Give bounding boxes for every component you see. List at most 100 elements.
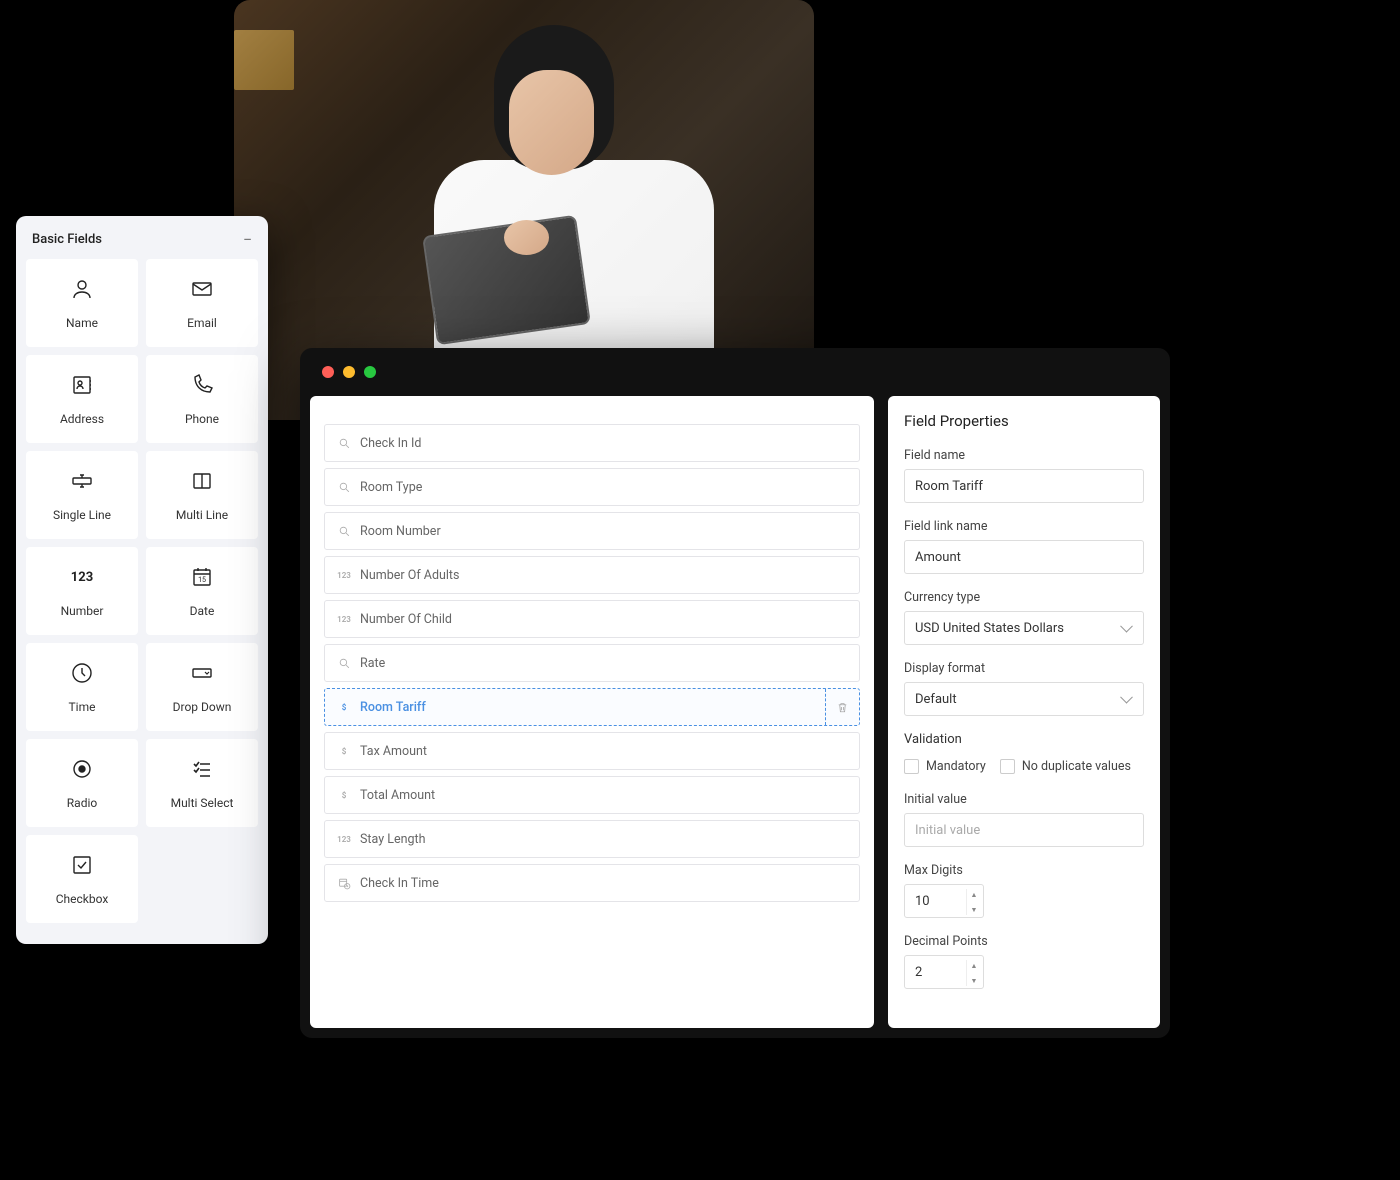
address-icon bbox=[69, 372, 95, 398]
field-tile-radio[interactable]: Radio bbox=[26, 739, 138, 827]
form-field-label: Room Tariff bbox=[360, 700, 426, 715]
mandatory-checkbox[interactable]: Mandatory bbox=[904, 759, 986, 774]
basic-fields-panel: Basic Fields − Name Email Address Phone Sing… bbox=[16, 216, 268, 944]
field-tile-address[interactable]: Address bbox=[26, 355, 138, 443]
form-field-label: Check In Time bbox=[360, 876, 439, 891]
form-field-label: Rate bbox=[360, 656, 385, 671]
properties-title: Field Properties bbox=[904, 412, 1144, 430]
field-tile-checkbox[interactable]: Checkbox bbox=[26, 835, 138, 923]
search-icon bbox=[337, 656, 351, 670]
display-format-select[interactable]: Default bbox=[904, 682, 1144, 716]
field-tile-label: Number bbox=[61, 604, 104, 618]
display-format-label: Display format bbox=[904, 661, 1144, 676]
field-tile-drop-down[interactable]: Drop Down bbox=[146, 643, 258, 731]
currency-type-select[interactable]: USD United States Dollars bbox=[904, 611, 1144, 645]
field-name-input[interactable] bbox=[904, 469, 1144, 503]
field-tile-label: Multi Select bbox=[171, 796, 234, 810]
form-field-label: Check In Id bbox=[360, 436, 421, 451]
currency-type-label: Currency type bbox=[904, 590, 1144, 605]
mail-icon bbox=[189, 276, 215, 302]
field-tile-date[interactable]: 15 Date bbox=[146, 547, 258, 635]
currency-icon: $ bbox=[337, 744, 351, 758]
initial-value-label: Initial value bbox=[904, 792, 1144, 807]
field-tile-label: Date bbox=[190, 604, 215, 618]
form-field-check-in-id[interactable]: Check In Id bbox=[324, 424, 860, 462]
field-properties-panel: Field Properties Field name Field link n… bbox=[888, 396, 1160, 1028]
form-field-check-in-time[interactable]: Check In Time bbox=[324, 864, 860, 902]
123-icon: 123 bbox=[337, 832, 351, 846]
form-field-number-of-child[interactable]: 123 Number Of Child bbox=[324, 600, 860, 638]
field-tile-label: Multi Line bbox=[176, 508, 228, 522]
window-controls bbox=[300, 348, 1170, 396]
form-field-label: Total Amount bbox=[360, 788, 435, 803]
form-field-room-number[interactable]: Room Number bbox=[324, 512, 860, 550]
form-canvas[interactable]: Check In Id Room Type Room Number 123 Number… bbox=[310, 396, 874, 1028]
search-icon bbox=[337, 436, 351, 450]
singleline-icon bbox=[69, 468, 95, 494]
field-tile-label: Radio bbox=[67, 796, 97, 810]
field-tile-label: Email bbox=[187, 316, 217, 330]
form-field-tax-amount[interactable]: $ Tax Amount bbox=[324, 732, 860, 770]
form-field-label: Tax Amount bbox=[360, 744, 427, 759]
phone-icon bbox=[189, 372, 215, 398]
time-icon bbox=[69, 660, 95, 686]
decimal-points-stepper[interactable]: 2 ▲▼ bbox=[904, 955, 984, 989]
field-tile-label: Single Line bbox=[53, 508, 111, 522]
max-digits-label: Max Digits bbox=[904, 863, 1144, 878]
search-icon bbox=[337, 524, 351, 538]
currency-icon: $ bbox=[337, 788, 351, 802]
field-tile-name[interactable]: Name bbox=[26, 259, 138, 347]
no-duplicate-checkbox[interactable]: No duplicate values bbox=[1000, 759, 1131, 774]
checkbox-icon bbox=[69, 852, 95, 878]
form-field-rate[interactable]: Rate bbox=[324, 644, 860, 682]
field-link-name-label: Field link name bbox=[904, 519, 1144, 534]
search-icon bbox=[337, 480, 351, 494]
field-tile-label: Address bbox=[60, 412, 104, 426]
window-minimize-button[interactable] bbox=[343, 366, 355, 378]
window-close-button[interactable] bbox=[322, 366, 334, 378]
collapse-icon[interactable]: − bbox=[243, 230, 252, 249]
field-tile-email[interactable]: Email bbox=[146, 259, 258, 347]
field-link-name-input[interactable] bbox=[904, 540, 1144, 574]
datetime-icon bbox=[337, 876, 351, 890]
form-field-label: Stay Length bbox=[360, 832, 426, 847]
form-field-label: Room Type bbox=[360, 480, 422, 495]
form-field-stay-length[interactable]: 123 Stay Length bbox=[324, 820, 860, 858]
initial-value-input[interactable] bbox=[904, 813, 1144, 847]
form-field-label: Number Of Adults bbox=[360, 568, 459, 583]
multiline-icon bbox=[189, 468, 215, 494]
field-tile-multi-select[interactable]: Multi Select bbox=[146, 739, 258, 827]
field-tile-time[interactable]: Time bbox=[26, 643, 138, 731]
basic-fields-title: Basic Fields bbox=[32, 232, 102, 247]
decimal-points-label: Decimal Points bbox=[904, 934, 1144, 949]
max-digits-stepper[interactable]: 10 ▲▼ bbox=[904, 884, 984, 918]
field-tile-phone[interactable]: Phone bbox=[146, 355, 258, 443]
form-field-number-of-adults[interactable]: 123 Number Of Adults bbox=[324, 556, 860, 594]
date-icon: 15 bbox=[189, 564, 215, 590]
field-tile-label: Drop Down bbox=[173, 700, 232, 714]
field-tile-label: Time bbox=[69, 700, 96, 714]
field-tile-label: Name bbox=[66, 316, 98, 330]
form-field-room-tariff[interactable]: $ Room Tariff bbox=[324, 688, 860, 726]
window-maximize-button[interactable] bbox=[364, 366, 376, 378]
form-field-label: Room Number bbox=[360, 524, 441, 539]
radio-icon bbox=[69, 756, 95, 782]
delete-field-button[interactable] bbox=[825, 689, 859, 725]
123-icon: 123 bbox=[69, 564, 95, 590]
dropdown-icon bbox=[189, 660, 215, 686]
form-field-total-amount[interactable]: $ Total Amount bbox=[324, 776, 860, 814]
field-tile-single-line[interactable]: Single Line bbox=[26, 451, 138, 539]
field-name-label: Field name bbox=[904, 448, 1144, 463]
form-field-label: Number Of Child bbox=[360, 612, 452, 627]
field-tile-label: Checkbox bbox=[56, 892, 109, 906]
currency-icon: $ bbox=[337, 700, 351, 714]
svg-text:15: 15 bbox=[198, 576, 206, 584]
123-icon: 123 bbox=[337, 612, 351, 626]
user-icon bbox=[69, 276, 95, 302]
123-icon: 123 bbox=[337, 568, 351, 582]
field-tile-multi-line[interactable]: Multi Line bbox=[146, 451, 258, 539]
form-field-room-type[interactable]: Room Type bbox=[324, 468, 860, 506]
form-builder-window: Check In Id Room Type Room Number 123 Number… bbox=[300, 348, 1170, 1038]
validation-section-label: Validation bbox=[904, 732, 1144, 747]
field-tile-number[interactable]: 123 Number bbox=[26, 547, 138, 635]
